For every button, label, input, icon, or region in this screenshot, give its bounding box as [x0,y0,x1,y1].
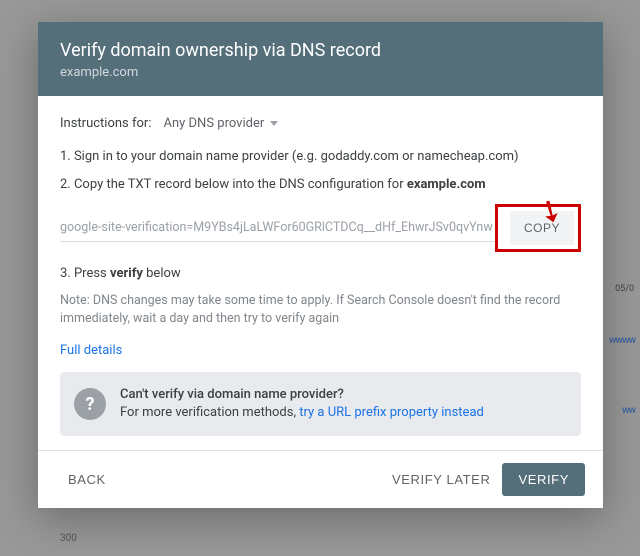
step-3-suffix: below [143,266,181,281]
help-title: Can't verify via domain name provider? [120,386,484,404]
help-text: Can't verify via domain name provider? F… [120,386,484,422]
url-prefix-link[interactable]: try a URL prefix property instead [299,405,484,420]
step-2: 2. Copy the TXT record below into the DN… [60,175,581,195]
step-3-prefix: 3. Press [60,266,110,281]
dialog-body: Instructions for: Any DNS provider 1. Si… [38,96,603,450]
step-3: 3. Press verify below [60,264,581,284]
help-desc: For more verification methods, [120,405,299,420]
dns-note: Note: DNS changes may take some time to … [60,292,581,330]
step-3-verify-word: verify [110,266,143,281]
txt-record-value[interactable]: google-site-verification=M9YBs4jLaLWFor6… [60,214,495,242]
back-button[interactable]: BACK [56,464,118,495]
verify-later-button[interactable]: VERIFY LATER [380,464,502,495]
help-box: ? Can't verify via domain name provider?… [60,372,581,436]
question-icon: ? [74,388,106,420]
dns-provider-select[interactable]: Any DNS provider [163,116,278,131]
step-2-domain: example.com [407,177,486,192]
chevron-down-icon [270,121,278,126]
verify-domain-dialog: Verify domain ownership via DNS record e… [38,22,603,508]
instructions-row: Instructions for: Any DNS provider [60,116,581,131]
dns-provider-value: Any DNS provider [163,116,264,131]
step-1: 1. Sign in to your domain name provider … [60,147,581,167]
instructions-label: Instructions for: [60,116,151,131]
verify-button[interactable]: VERIFY [502,463,585,496]
txt-record-row: google-site-verification=M9YBs4jLaLWFor6… [60,204,581,252]
dialog-footer: BACK VERIFY LATER VERIFY [38,450,603,508]
dialog-domain: example.com [60,65,581,80]
full-details-link[interactable]: Full details [60,343,122,358]
dialog-header: Verify domain ownership via DNS record e… [38,22,603,96]
step-2-prefix: 2. Copy the TXT record below into the DN… [60,177,407,192]
dialog-title: Verify domain ownership via DNS record [60,40,581,61]
